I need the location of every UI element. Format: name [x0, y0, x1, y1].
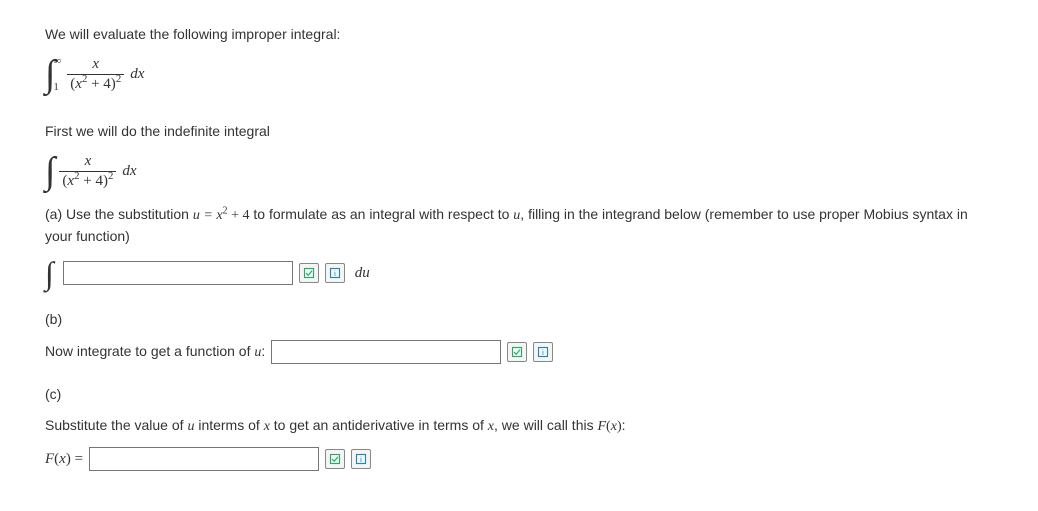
- preview-icon[interactable]: [325, 449, 345, 469]
- first-line: First we will do the indefinite integral: [45, 121, 993, 142]
- svg-text:i: i: [334, 269, 336, 278]
- numerator: x: [89, 56, 102, 74]
- fx-label: F(x) =: [45, 451, 83, 468]
- integral-sign-icon: ∫: [45, 55, 55, 93]
- svg-text:i: i: [360, 455, 362, 464]
- denominator: (x2 + 4)2: [59, 171, 116, 190]
- help-icon[interactable]: i: [351, 449, 371, 469]
- dx: dx: [122, 163, 136, 180]
- integral-sign-icon: ∫: [45, 152, 55, 190]
- dx: dx: [130, 66, 144, 83]
- part-b-text: Now integrate to get a function of u:: [45, 343, 265, 361]
- help-icon[interactable]: i: [533, 342, 553, 362]
- part-b-label: (b): [45, 309, 993, 330]
- preview-icon[interactable]: [299, 263, 319, 283]
- part-c-label: (c): [45, 384, 993, 405]
- function-of-u-input[interactable]: [271, 340, 501, 364]
- part-a-text: (a) Use the substitution u = x2 + 4 to f…: [45, 204, 993, 247]
- preview-icon[interactable]: [507, 342, 527, 362]
- part-a-row: ∫ i du: [45, 257, 993, 289]
- part-c-text: Substitute the value of u interms of x t…: [45, 415, 993, 437]
- indefinite-integral: ∫ x (x2 + 4)2 dx: [45, 152, 993, 190]
- part-b-row: Now integrate to get a function of u: i: [45, 340, 993, 364]
- part-c-row: F(x) = i: [45, 447, 993, 471]
- intro-text: We will evaluate the following improper …: [45, 24, 993, 45]
- fx-input[interactable]: [89, 447, 319, 471]
- integral-sign-icon: ∫: [45, 257, 54, 289]
- svg-text:i: i: [542, 348, 544, 357]
- du-label: du: [355, 265, 370, 282]
- integrand-input[interactable]: [63, 261, 293, 285]
- help-icon[interactable]: i: [325, 263, 345, 283]
- numerator: x: [82, 153, 95, 171]
- denominator: (x2 + 4)2: [67, 74, 124, 93]
- improper-integral: ∫ ∞ 1 x (x2 + 4)2 dx: [45, 55, 993, 93]
